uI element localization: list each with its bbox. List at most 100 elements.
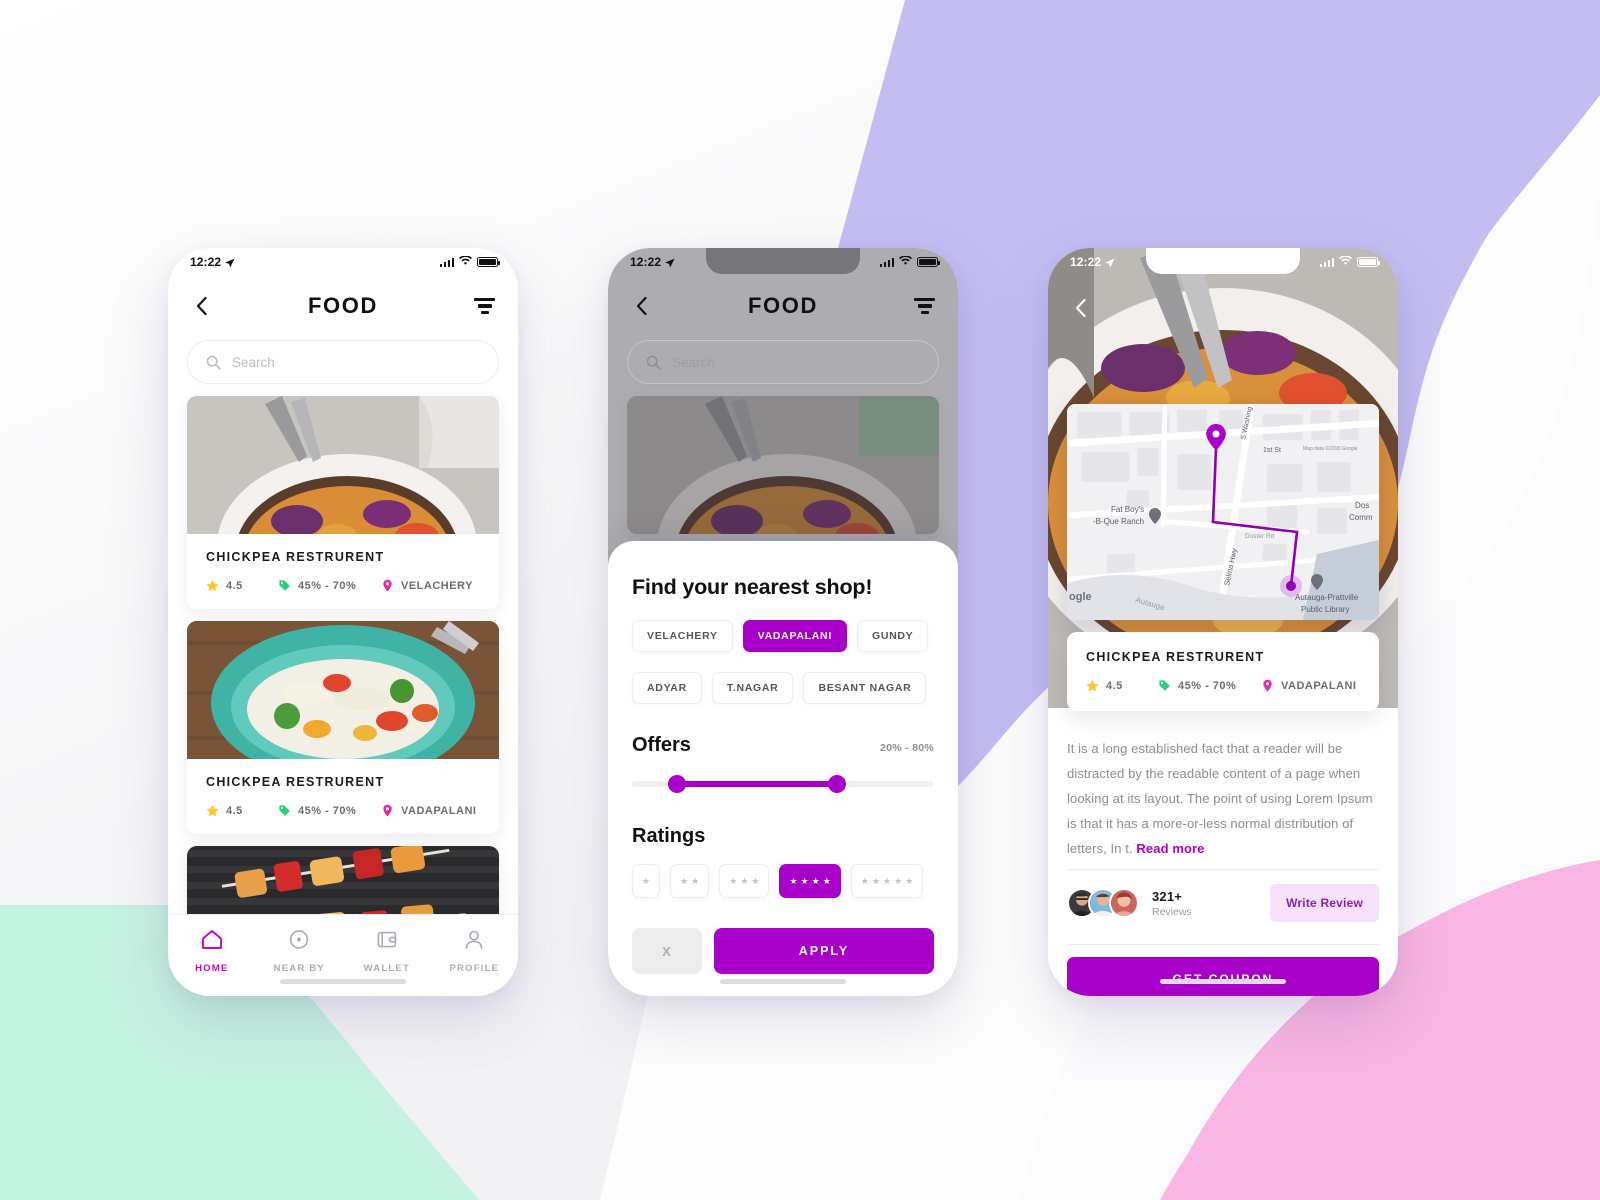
restaurant-stats: 4.5 45% - 70% [206, 579, 480, 592]
map-label: Public Library [1301, 605, 1349, 614]
reviews-text: 321+ Reviews [1152, 889, 1270, 918]
rating-option-3[interactable]: ★ ★ ★ [719, 864, 770, 898]
reviewer-avatars [1067, 888, 1139, 918]
location-value: VADAPALANI [1281, 679, 1357, 692]
apply-button[interactable]: APPLY [714, 928, 934, 974]
read-more-link[interactable]: Read more [1136, 841, 1204, 856]
person-icon [463, 929, 485, 955]
search-container: Search [168, 334, 518, 384]
tab-profile[interactable]: PROFILE [431, 929, 519, 974]
page-title: FOOD [308, 293, 378, 318]
tag-icon [278, 804, 291, 817]
chip-velachery[interactable]: VELACHERY [632, 620, 733, 652]
phone-mockup-detail: 12:22 S Washing 1st St Fat Boy's -B-Que … [1048, 248, 1398, 996]
battery-icon [917, 257, 941, 267]
device-notch [1146, 248, 1300, 274]
offer-stat: 45% - 70% [278, 804, 381, 817]
search-icon [646, 355, 661, 370]
slider-fill [674, 781, 838, 787]
search-placeholder: Search [672, 354, 715, 370]
search-input[interactable]: Search [187, 340, 499, 384]
map-label: Comm [1349, 513, 1373, 522]
screenshot-canvas: 12:22 FOOD Search CHICKPEA RESTRURENT 4.… [0, 0, 1600, 1200]
ratings-title: Ratings [632, 825, 706, 847]
offer-value: 45% - 70% [298, 579, 357, 592]
rating-option-1[interactable]: ★ [632, 864, 661, 898]
ratings-header: Ratings [632, 825, 934, 848]
chip-besant-nagar[interactable]: BESANT NAGAR [803, 672, 927, 704]
restaurant-list[interactable]: CHICKPEA RESTRURENT 4.5 45% - 70% VELACH… [168, 384, 518, 984]
rating-value: 4.5 [1106, 679, 1123, 692]
app-header: FOOD [608, 278, 958, 334]
wallet-icon [376, 929, 398, 955]
search-input[interactable]: Search [627, 340, 939, 384]
home-indicator [720, 979, 846, 984]
status-time: 12:22 [190, 255, 222, 269]
status-bar: 12:22 [608, 248, 958, 278]
restaurant-card[interactable]: CHICKPEA RESTRURENT 4.5 [187, 621, 499, 834]
rating-option-5[interactable]: ★ ★ ★ ★ ★ [850, 864, 924, 898]
rating-option-4[interactable]: ★ ★ ★ ★ [779, 864, 841, 898]
clear-filters-button[interactable]: X [632, 928, 702, 974]
chip-vadapalani[interactable]: VADAPALANI [742, 620, 847, 652]
write-review-button[interactable]: Write Review [1270, 884, 1379, 922]
rating-stat: 4.5 [1086, 679, 1158, 692]
rating-stat: 4.5 [206, 804, 278, 817]
location-arrow-icon [665, 257, 675, 268]
rating-option-2[interactable]: ★ ★ [670, 864, 710, 898]
offers-header: Offers 20% - 80% [632, 734, 934, 757]
filter-icon[interactable] [914, 297, 936, 315]
location-arrow-icon [225, 257, 235, 268]
restaurant-name: CHICKPEA RESTRURENT [1086, 650, 1265, 664]
star-icon [1086, 679, 1099, 692]
location-stat: VADAPALANI [381, 804, 476, 817]
home-icon [201, 929, 223, 955]
signal-bars-icon [879, 257, 894, 267]
signal-bars-icon [1319, 257, 1334, 267]
restaurant-detail-card: CHICKPEA RESTRURENT 4.5 45% - 70% VADAPA… [1067, 632, 1379, 711]
location-stat: VADAPALANI [1261, 679, 1356, 692]
offers-range-label: 20% - 80% [879, 742, 934, 754]
tab-wallet[interactable]: WALLET [343, 929, 431, 974]
battery-icon [477, 257, 501, 267]
back-button[interactable] [190, 295, 212, 317]
slider-knob-min[interactable] [668, 775, 687, 793]
back-button[interactable] [1070, 298, 1090, 318]
location-chips-row-2[interactable]: ADYAR T.NAGAR BESANT NAGAR [632, 672, 934, 704]
chip-tnagar[interactable]: T.NAGAR [711, 672, 794, 704]
offer-stat: 45% - 70% [278, 579, 381, 592]
filter-actions[interactable]: X APPLY [632, 928, 934, 974]
tab-home[interactable]: HOME [168, 929, 256, 974]
reviews-count: 321+ [1152, 888, 1183, 904]
offers-range-slider[interactable] [632, 769, 934, 799]
map-label: -B-Que Ranch [1093, 517, 1144, 526]
filter-sheet-title: Find your nearest shop! [632, 575, 873, 599]
chickpea-bowl-photo [187, 396, 499, 534]
location-chips-row-1[interactable]: VELACHERY VADAPALANI GUNDY [632, 620, 934, 652]
tab-near-by[interactable]: NEAR BY [256, 929, 344, 974]
slider-knob-max[interactable] [828, 775, 847, 793]
ratings-options[interactable]: ★ ★ ★ ★ ★ ★ ★ ★ ★ ★ ★ ★ ★ ★ ★ [632, 864, 934, 898]
location-value: VELACHERY [401, 579, 473, 592]
tab-near-by-label: NEAR BY [273, 963, 325, 974]
tab-profile-label: PROFILE [449, 963, 500, 974]
restaurant-stats: 4.5 45% - 70% [206, 804, 480, 817]
offer-value: 45% - 70% [298, 804, 357, 817]
filter-icon[interactable] [474, 297, 496, 315]
chip-adyar[interactable]: ADYAR [632, 672, 702, 704]
rating-stat: 4.5 [206, 579, 278, 592]
back-button[interactable] [630, 295, 652, 317]
location-stat: VELACHERY [381, 579, 473, 592]
route-map[interactable]: S Washing 1st St Fat Boy's -B-Que Ranch … [1067, 404, 1379, 620]
compass-icon [288, 929, 310, 955]
reviews-row: 321+ Reviews Write Review [1067, 870, 1379, 936]
battery-icon [1357, 257, 1381, 267]
bottom-tab-bar[interactable]: HOME NEAR BY WALLET PROFILE [168, 914, 518, 996]
map-label: 1st St [1263, 447, 1281, 454]
tab-wallet-label: WALLET [363, 963, 410, 974]
restaurant-card[interactable]: CHICKPEA RESTRURENT 4.5 [187, 396, 499, 609]
search-placeholder: Search [232, 354, 275, 370]
map-label: Autauga-Prattville [1295, 593, 1359, 602]
chip-gundy[interactable]: GUNDY [856, 620, 929, 652]
get-coupon-button[interactable]: GET COUPON [1067, 957, 1379, 996]
